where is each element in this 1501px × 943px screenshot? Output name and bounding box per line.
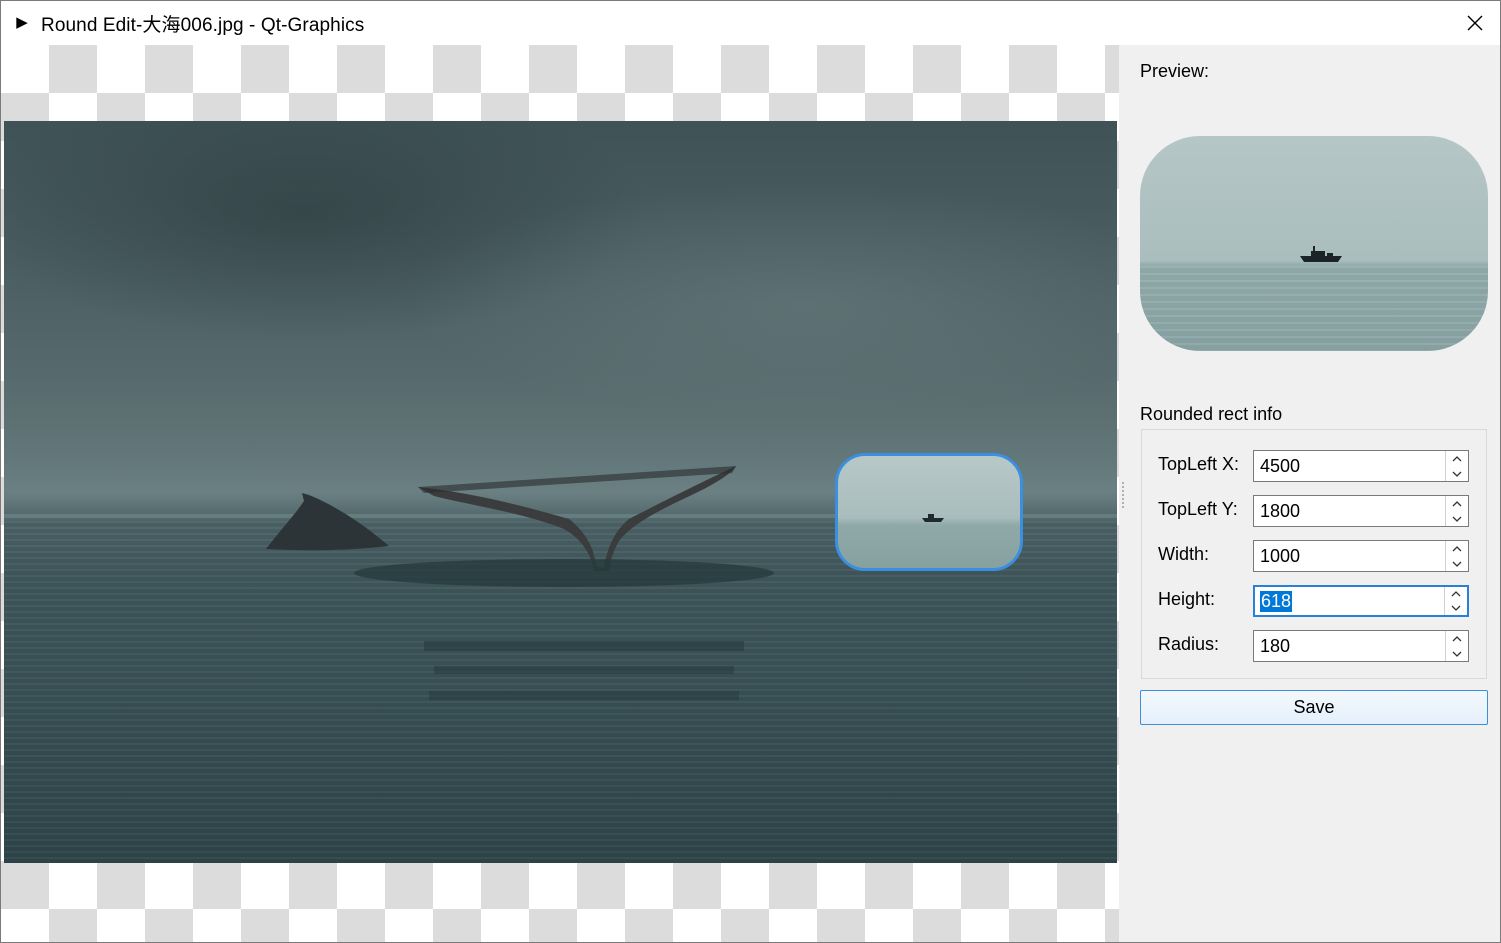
field-label: TopLeft Y:	[1158, 499, 1238, 519]
rounded-rect-selection[interactable]	[835, 453, 1023, 571]
field-row-radius: Radius: 180	[1142, 630, 1486, 662]
title-bar[interactable]: ▶ Round Edit-大海006.jpg - Qt-Graphics	[1, 1, 1500, 45]
field-label: TopLeft X:	[1158, 454, 1240, 474]
spin-buttons	[1444, 587, 1467, 615]
close-button[interactable]	[1450, 1, 1500, 45]
app-window: ▶ Round Edit-大海006.jpg - Qt-Graphics Pre…	[0, 0, 1501, 943]
chevron-down-icon	[1452, 561, 1462, 567]
spin-down-button[interactable]	[1446, 511, 1468, 526]
panel-splitter[interactable]	[1119, 45, 1127, 942]
boat-preview	[1300, 246, 1342, 262]
spin-down-button[interactable]	[1446, 646, 1468, 661]
spin-up-button[interactable]	[1446, 541, 1468, 556]
height-spinbox[interactable]: 618	[1253, 585, 1469, 617]
spin-down-button[interactable]	[1445, 601, 1467, 615]
spin-up-button[interactable]	[1445, 587, 1467, 601]
chevron-down-icon	[1452, 651, 1462, 657]
rounded-rect-info-group: TopLeft X: 4500 TopLeft Y: 1800 Width: 1…	[1141, 429, 1487, 679]
topleft-x-spinbox[interactable]: 4500	[1253, 450, 1469, 482]
field-label: Height:	[1158, 589, 1216, 609]
chevron-up-icon	[1452, 500, 1462, 506]
window-title: Round Edit-大海006.jpg - Qt-Graphics	[41, 14, 365, 36]
spin-buttons	[1445, 541, 1468, 571]
play-triangle-icon: ▶	[16, 14, 28, 31]
width-spinbox[interactable]: 1000	[1253, 540, 1469, 572]
field-row-height: Height: 618	[1142, 585, 1486, 617]
field-row-topleft-y: TopLeft Y: 1800	[1142, 495, 1486, 527]
side-panel: Preview: Rounded rect info TopLeft X: 45…	[1127, 45, 1500, 942]
splitter-grip-icon[interactable]	[1122, 481, 1124, 509]
spin-up-button[interactable]	[1446, 496, 1468, 511]
close-icon	[1467, 15, 1483, 31]
spin-down-button[interactable]	[1446, 556, 1468, 571]
save-button[interactable]: Save	[1140, 690, 1488, 725]
boat-thumbnail	[922, 514, 944, 522]
group-title: Rounded rect info	[1140, 404, 1283, 424]
spin-down-button[interactable]	[1446, 466, 1468, 481]
chevron-down-icon	[1451, 605, 1461, 611]
spin-up-button[interactable]	[1446, 631, 1468, 646]
chevron-up-icon	[1452, 635, 1462, 641]
spinbox-value[interactable]: 1000	[1260, 546, 1300, 567]
preview-sea	[1140, 266, 1488, 351]
spinbox-value[interactable]: 180	[1260, 636, 1290, 657]
field-label: Radius:	[1158, 634, 1220, 654]
spin-up-button[interactable]	[1446, 451, 1468, 466]
chevron-down-icon	[1452, 471, 1462, 477]
field-row-topleft-x: TopLeft X: 4500	[1142, 450, 1486, 482]
chevron-down-icon	[1452, 516, 1462, 522]
image-canvas[interactable]	[1, 45, 1119, 942]
field-label: Width:	[1158, 544, 1210, 564]
field-row-width: Width: 1000	[1142, 540, 1486, 572]
spinbox-value-selected[interactable]: 618	[1260, 591, 1293, 612]
chevron-up-icon	[1451, 591, 1461, 597]
topleft-y-spinbox[interactable]: 1800	[1253, 495, 1469, 527]
chevron-up-icon	[1452, 455, 1462, 461]
radius-spinbox[interactable]: 180	[1253, 630, 1469, 662]
spinbox-value[interactable]: 4500	[1260, 456, 1300, 477]
preview-label: Preview:	[1140, 61, 1210, 81]
spin-buttons	[1445, 451, 1468, 481]
spin-buttons	[1445, 496, 1468, 526]
spin-buttons	[1445, 631, 1468, 661]
chevron-up-icon	[1452, 545, 1462, 551]
preview-image	[1140, 136, 1488, 351]
spinbox-value[interactable]: 1800	[1260, 501, 1300, 522]
